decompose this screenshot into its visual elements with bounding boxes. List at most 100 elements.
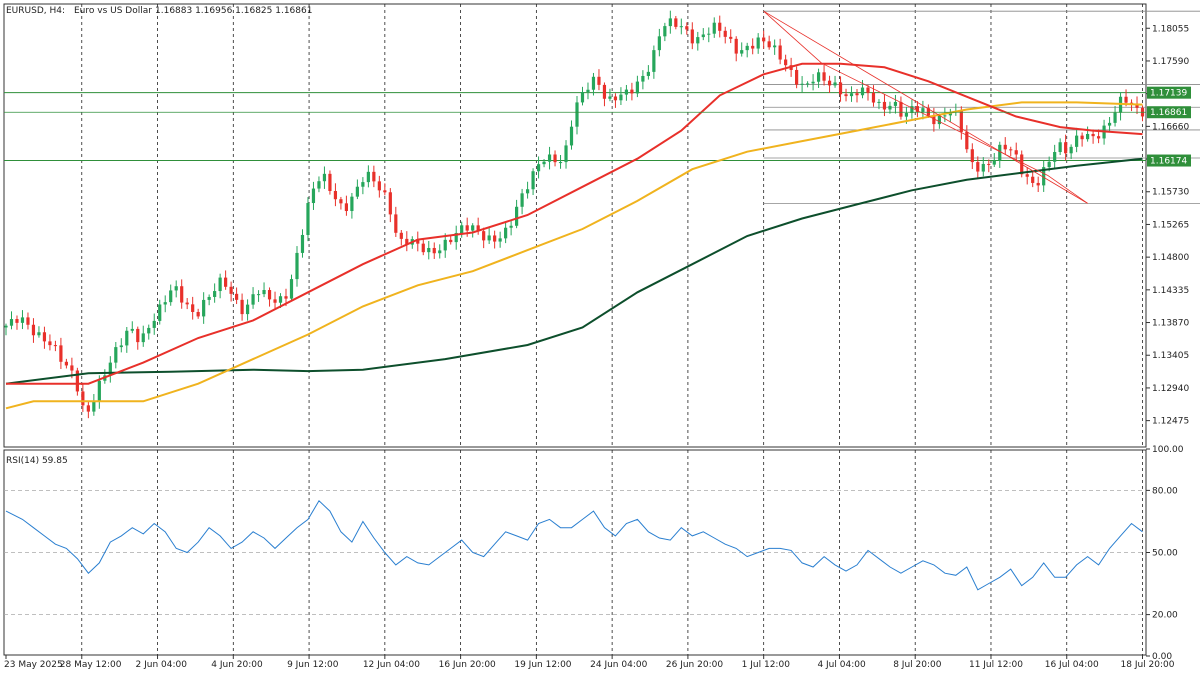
price-tag-label: 1.16861 xyxy=(1150,108,1187,118)
mt-chart-window: 100.0 1.1829861.8 1.1725450.0 1.1693238.… xyxy=(0,0,1200,675)
candle-body xyxy=(937,115,941,125)
rsi-axis-label: 50.00 xyxy=(1152,549,1178,559)
candle-body xyxy=(443,239,447,251)
channel-edge xyxy=(821,62,1048,176)
candle-body xyxy=(1025,174,1029,177)
candle-body xyxy=(800,83,804,85)
candle-body xyxy=(751,45,755,49)
candle-body xyxy=(1107,122,1112,126)
candle-body xyxy=(646,71,650,76)
candle-body xyxy=(48,341,52,346)
ma-slow-line xyxy=(5,157,1143,385)
candle-body xyxy=(943,115,947,117)
candle-body xyxy=(289,279,294,299)
candle-body xyxy=(882,101,887,110)
candle-body xyxy=(613,96,618,101)
candle-body xyxy=(245,304,250,315)
candle-body xyxy=(202,299,206,317)
candle-body xyxy=(569,126,574,146)
candle-body xyxy=(185,302,189,305)
time-label: 26 Jun 20:00 xyxy=(666,660,723,670)
time-label: 9 Jun 12:00 xyxy=(287,660,339,670)
candle-body xyxy=(855,93,859,96)
candle-body xyxy=(515,206,519,226)
time-label: 2 Jun 04:00 xyxy=(136,660,188,670)
candle-body xyxy=(657,36,661,51)
price-label: 1.15265 xyxy=(1152,220,1189,230)
candle-body xyxy=(723,30,727,37)
time-label: 16 Jun 20:00 xyxy=(439,660,496,670)
candle-body xyxy=(690,29,694,44)
candle-body xyxy=(152,320,156,328)
candle-body xyxy=(344,203,349,212)
candle-body xyxy=(558,162,563,164)
candle-body xyxy=(778,45,782,60)
candle-body xyxy=(163,302,167,305)
candle-body xyxy=(745,45,749,51)
candle-body xyxy=(970,149,974,163)
candle-body xyxy=(130,328,134,331)
candle-body xyxy=(849,93,854,97)
candle-body xyxy=(273,299,277,303)
candle-body xyxy=(317,181,321,189)
time-label: 28 May 12:00 xyxy=(60,660,122,670)
candle-body xyxy=(256,294,261,296)
candle-body xyxy=(136,328,140,343)
candle-body xyxy=(1091,133,1095,137)
candle-body xyxy=(114,347,118,363)
candle-body xyxy=(322,173,327,182)
candle-body xyxy=(888,105,892,110)
candle-body xyxy=(520,193,524,207)
time-label: 8 Jul 20:00 xyxy=(893,660,942,670)
candle-body xyxy=(1096,136,1101,139)
candle-body xyxy=(795,69,799,85)
candle-body xyxy=(668,18,672,27)
candle-body xyxy=(811,81,815,84)
price-label: 1.14335 xyxy=(1152,286,1189,296)
candle-body xyxy=(635,81,639,94)
candle-body xyxy=(333,191,338,200)
candle-body xyxy=(311,188,316,204)
price-label: 1.13405 xyxy=(1152,351,1189,361)
candle-body xyxy=(355,186,359,197)
candle-body xyxy=(366,171,370,183)
channel-edge xyxy=(1047,175,1088,204)
rsi-axis-label: 80.00 xyxy=(1152,486,1178,496)
candle-body xyxy=(784,59,788,66)
candle-body xyxy=(240,299,244,315)
time-label: 18 Jul 20:00 xyxy=(1121,660,1175,670)
candle-body xyxy=(1031,176,1035,183)
candle-body xyxy=(1053,152,1057,162)
candle-body xyxy=(998,144,1002,161)
rsi-indicator: 100.0080.0050.0020.000.00 xyxy=(4,445,1184,662)
symbol-timeframe: EURUSD, H4: xyxy=(6,6,65,16)
candle-body xyxy=(838,82,843,95)
candle-body xyxy=(866,87,870,93)
candle-body xyxy=(383,190,387,193)
candle-body xyxy=(630,89,634,94)
candle-body xyxy=(350,196,354,212)
time-label: 24 Jun 04:00 xyxy=(590,660,647,670)
price-label: 1.16660 xyxy=(1152,122,1189,132)
candle-body xyxy=(399,232,403,239)
candle-body xyxy=(174,286,178,291)
candle-body xyxy=(734,38,738,54)
candle-body xyxy=(218,277,222,292)
candle-body xyxy=(564,145,568,163)
candle-body xyxy=(361,182,365,187)
candle-body xyxy=(624,89,629,95)
candle-body xyxy=(987,163,991,165)
candle-body xyxy=(756,37,760,49)
candle-body xyxy=(707,33,711,35)
candle-body xyxy=(460,225,464,233)
candle-body xyxy=(64,361,68,366)
candle-body xyxy=(421,243,425,253)
candle-body xyxy=(685,26,689,30)
time-label: 1 Jul 12:00 xyxy=(742,660,791,670)
candle-body xyxy=(158,304,162,321)
candle-body xyxy=(92,401,96,412)
price-tag-label: 1.16174 xyxy=(1150,157,1187,167)
candle-body xyxy=(597,76,601,85)
candle-body xyxy=(701,34,705,38)
candle-body xyxy=(141,333,145,343)
